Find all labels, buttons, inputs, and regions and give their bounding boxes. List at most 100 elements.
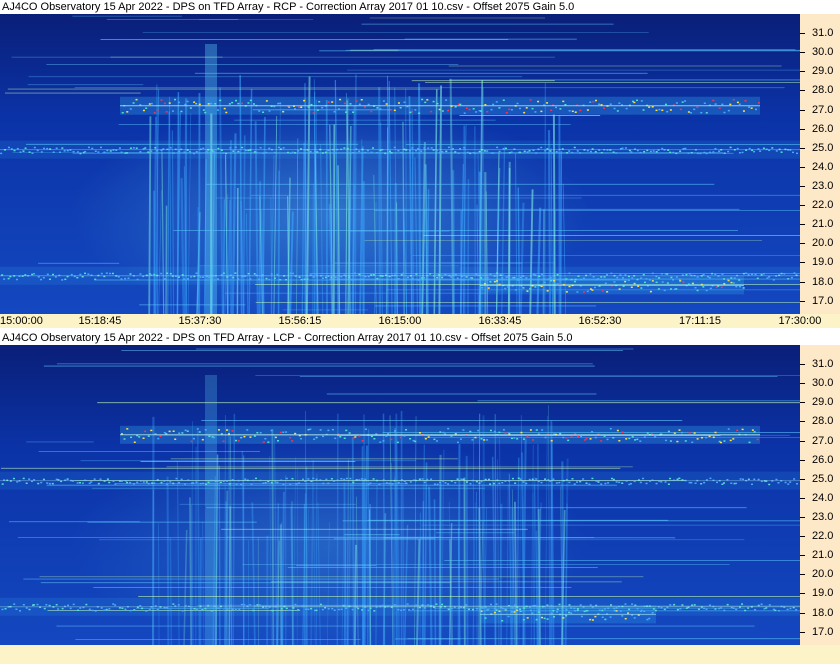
emission-speckle [651,272,654,275]
emission-speckle [189,607,192,610]
emission-speckle [343,478,346,481]
emission-speckle [519,276,522,279]
emission-speckle [279,102,282,105]
emission-speckle [201,276,204,278]
emission-speckle [687,152,690,154]
emission-speckle [621,277,624,279]
emission-speckle [133,609,136,611]
emission-speckle [615,607,618,609]
emission-speckle [676,440,679,443]
emission-speckle [586,290,589,293]
emission-speckle [546,618,549,620]
y-tick: 23.0 [800,510,840,524]
emission-speckle [388,150,391,153]
emission-speckle [28,151,31,153]
emission-speckle [268,110,271,112]
emission-speckle [285,278,288,281]
y-tick-label: 30.0 [812,46,834,59]
emission-speckle [631,603,634,605]
emission-speckle [327,482,330,485]
emission-speckle [751,273,754,276]
emission-speckle [475,111,478,113]
emission-speckle [606,291,609,293]
emission-speckle [367,609,370,612]
emission-speckle [667,483,670,485]
emission-speckle [636,278,639,281]
emission-speckle [333,151,336,154]
emission-speckle [4,607,7,610]
emission-speckle [244,478,247,480]
emission-speckle [727,428,730,430]
emission-speckle [777,482,780,484]
emission-speckle [702,273,705,276]
emission-speckle [210,102,213,105]
emission-speckle [546,102,549,104]
emission-speckle [628,608,631,611]
lcp-spectrogram [0,345,800,645]
emission-speckle [226,608,229,610]
emission-speckle [636,99,639,102]
emission-speckle [364,428,367,430]
emission-speckle [552,616,555,618]
emission-speckle [457,607,460,609]
emission-speckle [742,478,745,481]
emission-speckle [307,106,310,108]
emission-speckle [633,617,636,619]
x-tick-label: 16:33:45 [478,315,522,327]
emission-speckle [714,103,717,105]
emission-speckle [720,607,723,609]
y-tick: 18.0 [800,606,840,620]
emission-speckle [61,279,64,281]
emission-speckle [378,483,381,485]
emission-speckle [172,430,175,432]
emission-speckle [259,146,262,149]
emission-speckle [190,276,193,278]
x-tick-label: 15:37:30 [178,315,222,327]
emission-speckle [460,478,463,481]
emission-speckle [568,272,571,275]
emission-speckle [426,99,429,101]
emission-speckle [349,152,352,155]
emission-speckle [364,478,367,481]
y-tick-mark [800,440,805,442]
emission-speckle [225,152,228,155]
emission-speckle [556,608,559,611]
emission-speckle [183,151,186,153]
emission-speckle [214,102,217,105]
emission-speckle [720,286,723,288]
emission-speckle [441,276,444,279]
emission-speckle [262,111,265,113]
emission-speckle [337,277,340,280]
emission-speckle [621,431,624,433]
emission-speckle [300,278,303,281]
emission-speckle [789,481,792,483]
emission-speckle [417,279,420,281]
emission-speckle [732,607,735,609]
emission-speckle [457,152,460,154]
emission-speckle [148,103,151,105]
emission-speckle [667,430,670,433]
emission-speckle [64,278,67,281]
emission-speckle [429,273,432,275]
emission-speckle [144,430,147,433]
emission-speckle [358,103,361,106]
emission-speckle [103,151,106,154]
emission-speckle [405,429,408,431]
emission-speckle [615,481,618,483]
emission-speckle [526,290,529,292]
emission-speckle [432,100,435,103]
emission-speckle [675,152,678,155]
emission-speckle [685,273,688,276]
emission-speckle [370,435,373,438]
emission-speckle [613,607,616,610]
emission-speckle [753,150,756,153]
emission-speckle [348,432,351,434]
y-tick-label: 22.0 [812,199,834,212]
emission-speckle [256,431,259,434]
emission-speckle [229,147,232,149]
emission-speckle [654,609,657,612]
emission-speckle [184,483,187,485]
burst-streak [165,205,168,314]
emission-speckle [595,99,598,102]
emission-speckle [247,272,250,275]
